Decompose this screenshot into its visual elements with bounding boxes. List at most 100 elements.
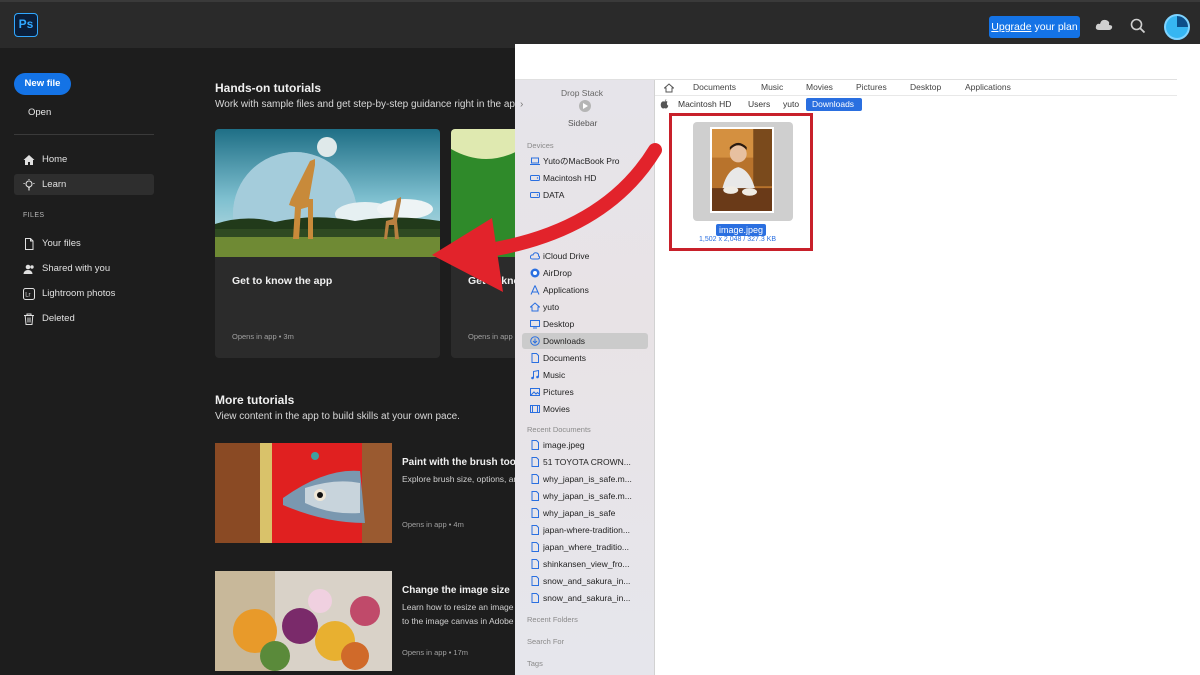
disk-icon [530,192,540,198]
sidebar-item-label: Lightroom photos [42,288,116,299]
document-icon [531,542,539,552]
breadcrumb-downloads[interactable]: Downloads [806,98,863,111]
favbar-applications[interactable]: Applications [965,82,1011,92]
tutorial-list-item[interactable]: Paint with the brush tool Explore brush … [215,443,515,543]
home-icon [23,155,35,165]
hands-on-subtitle: Work with sample files and get step-by-s… [215,99,515,110]
recent-document-item[interactable]: shinkansen_view_fro... [522,556,648,572]
sidebar-item-yuto[interactable]: yuto [522,299,648,315]
tutorial-card[interactable]: Get to know the Opens in app • 5m [451,129,515,358]
music-icon [531,370,539,380]
sidebar-item-applications[interactable]: Applications [522,282,648,298]
sidebar-item-music[interactable]: Music [522,367,648,383]
recent-document-item[interactable]: snow_and_sakura_in... [522,590,648,606]
sidebar-item-desktop[interactable]: Desktop [522,316,648,332]
tags-header: Tags [527,659,543,668]
recent-document-item[interactable]: why_japan_is_safe.m... [522,488,648,504]
favbar-documents[interactable]: Documents [693,82,736,92]
recent-document-item[interactable]: why_japan_is_safe.m... [522,471,648,487]
sidebar-item-label: Your files [42,238,81,249]
document-icon [531,491,539,501]
files-section-header: FILES [23,212,45,219]
recent-document-item[interactable]: image.jpeg [522,437,648,453]
favbar-desktop[interactable]: Desktop [910,82,941,92]
recent-document-item[interactable]: why_japan_is_safe [522,505,648,521]
recent-document-item[interactable]: japan_where_traditio... [522,539,648,555]
sidebar-item-shared[interactable]: Shared with you [14,258,154,279]
favorites-bar: Documents Music Movies Pictures Desktop … [655,80,1177,96]
recent-document-item[interactable]: 51 TOYOTA CROWN... [522,454,648,470]
tutorial-title: Change the image size [402,585,510,596]
left-sidebar: New file Open Home Learn FILES Your file… [0,48,170,675]
sidebar-item-label: Movies [543,404,570,414]
chevron-right-icon[interactable]: › [520,99,523,110]
home-icon [530,302,540,312]
desktop-icon [530,320,540,329]
document-icon [531,559,539,569]
document-icon [531,593,539,603]
sidebar-item-home[interactable]: Home [14,149,154,170]
cloud-icon [530,252,540,260]
favbar-movies[interactable]: Movies [806,82,833,92]
home-icon[interactable] [664,83,674,93]
sidebar-item-deleted[interactable]: Deleted [14,308,154,329]
tutorial-description-line: Learn how to resize an image [402,602,514,612]
favbar-pictures[interactable]: Pictures [856,82,887,92]
users-icon [23,264,34,274]
sidebar-item-airdrop[interactable]: AirDrop [522,265,648,281]
sidebar-divider [14,134,154,135]
sidebar-item-lightroom[interactable]: Lr Lightroom photos [14,283,154,304]
tutorial-meta: Opens in app • 17m [402,648,468,657]
lightbulb-icon [23,179,35,191]
breadcrumb-macintosh-hd[interactable]: Macintosh HD [678,98,731,111]
sidebar-item-data[interactable]: DATA [522,187,648,203]
avatar[interactable] [1164,14,1190,40]
sidebar-item-your-files[interactable]: Your files [14,233,154,254]
recent-document-label: japan_where_traditio... [543,542,630,552]
sidebar-item-label: Pictures [543,387,574,397]
play-icon[interactable] [579,100,591,112]
sidebar-item-macintosh-hd[interactable]: Macintosh HD [522,170,648,186]
upgrade-label-rest: your plan [1031,21,1078,33]
recent-document-item[interactable]: snow_and_sakura_in... [522,573,648,589]
sidebar-item-label: Learn [42,179,67,190]
tutorial-title: Paint with the brush tool [402,457,515,468]
tutorial-card-meta: Opens in app • 3m [232,332,294,341]
recent-document-label: image.jpeg [543,440,585,450]
sidebar-item-documents[interactable]: Documents [522,350,648,366]
sidebar-item-macbook[interactable]: YutoのMacBook Pro [522,153,648,169]
sidebar-item-icloud[interactable]: iCloud Drive [522,248,648,264]
document-icon [531,457,539,467]
sidebar-item-label: Home [42,154,68,165]
tutorial-list-item[interactable]: Change the image size Learn how to resiz… [215,571,515,671]
tutorial-thumbnail [215,571,392,671]
tutorial-description: Learn how to resize an image to the image… [402,600,514,628]
breadcrumb-users[interactable]: Users [748,98,770,111]
top-bar: Ps Upgrade your plan [0,0,1200,48]
devices-header: Devices [527,141,554,150]
recent-document-label: shinkansen_view_fro... [543,559,630,569]
new-file-button[interactable]: New file [14,73,71,95]
sidebar-item-label: YutoのMacBook Pro [543,156,620,166]
breadcrumb-yuto[interactable]: yuto [783,98,799,111]
tutorial-card[interactable]: Get to know the app Opens in app • 3m [215,129,440,358]
upgrade-plan-button[interactable]: Upgrade your plan [989,16,1080,38]
sidebar-item-pictures[interactable]: Pictures [522,384,648,400]
main-content: Hands-on tutorials Work with sample file… [170,48,515,675]
sidebar-item-label: Deleted [42,313,75,324]
sidebar-item-label: yuto [543,302,560,312]
cloud-icon[interactable] [1095,18,1113,32]
sidebar-item-label: Downloads [543,336,586,346]
sidebar-item-label: Desktop [543,319,575,329]
picture-icon [530,388,540,396]
sidebar-item-learn[interactable]: Learn [14,174,154,195]
favbar-music[interactable]: Music [761,82,783,92]
tutorial-thumbnail [451,129,515,257]
search-icon[interactable] [1130,18,1146,34]
photoshop-logo[interactable]: Ps [14,13,38,37]
highlight-box [669,113,813,251]
sidebar-item-movies[interactable]: Movies [522,401,648,417]
sidebar-item-downloads[interactable]: Downloads [522,333,648,349]
recent-document-item[interactable]: japan-where-tradition... [522,522,648,538]
open-button[interactable]: Open [28,107,51,118]
